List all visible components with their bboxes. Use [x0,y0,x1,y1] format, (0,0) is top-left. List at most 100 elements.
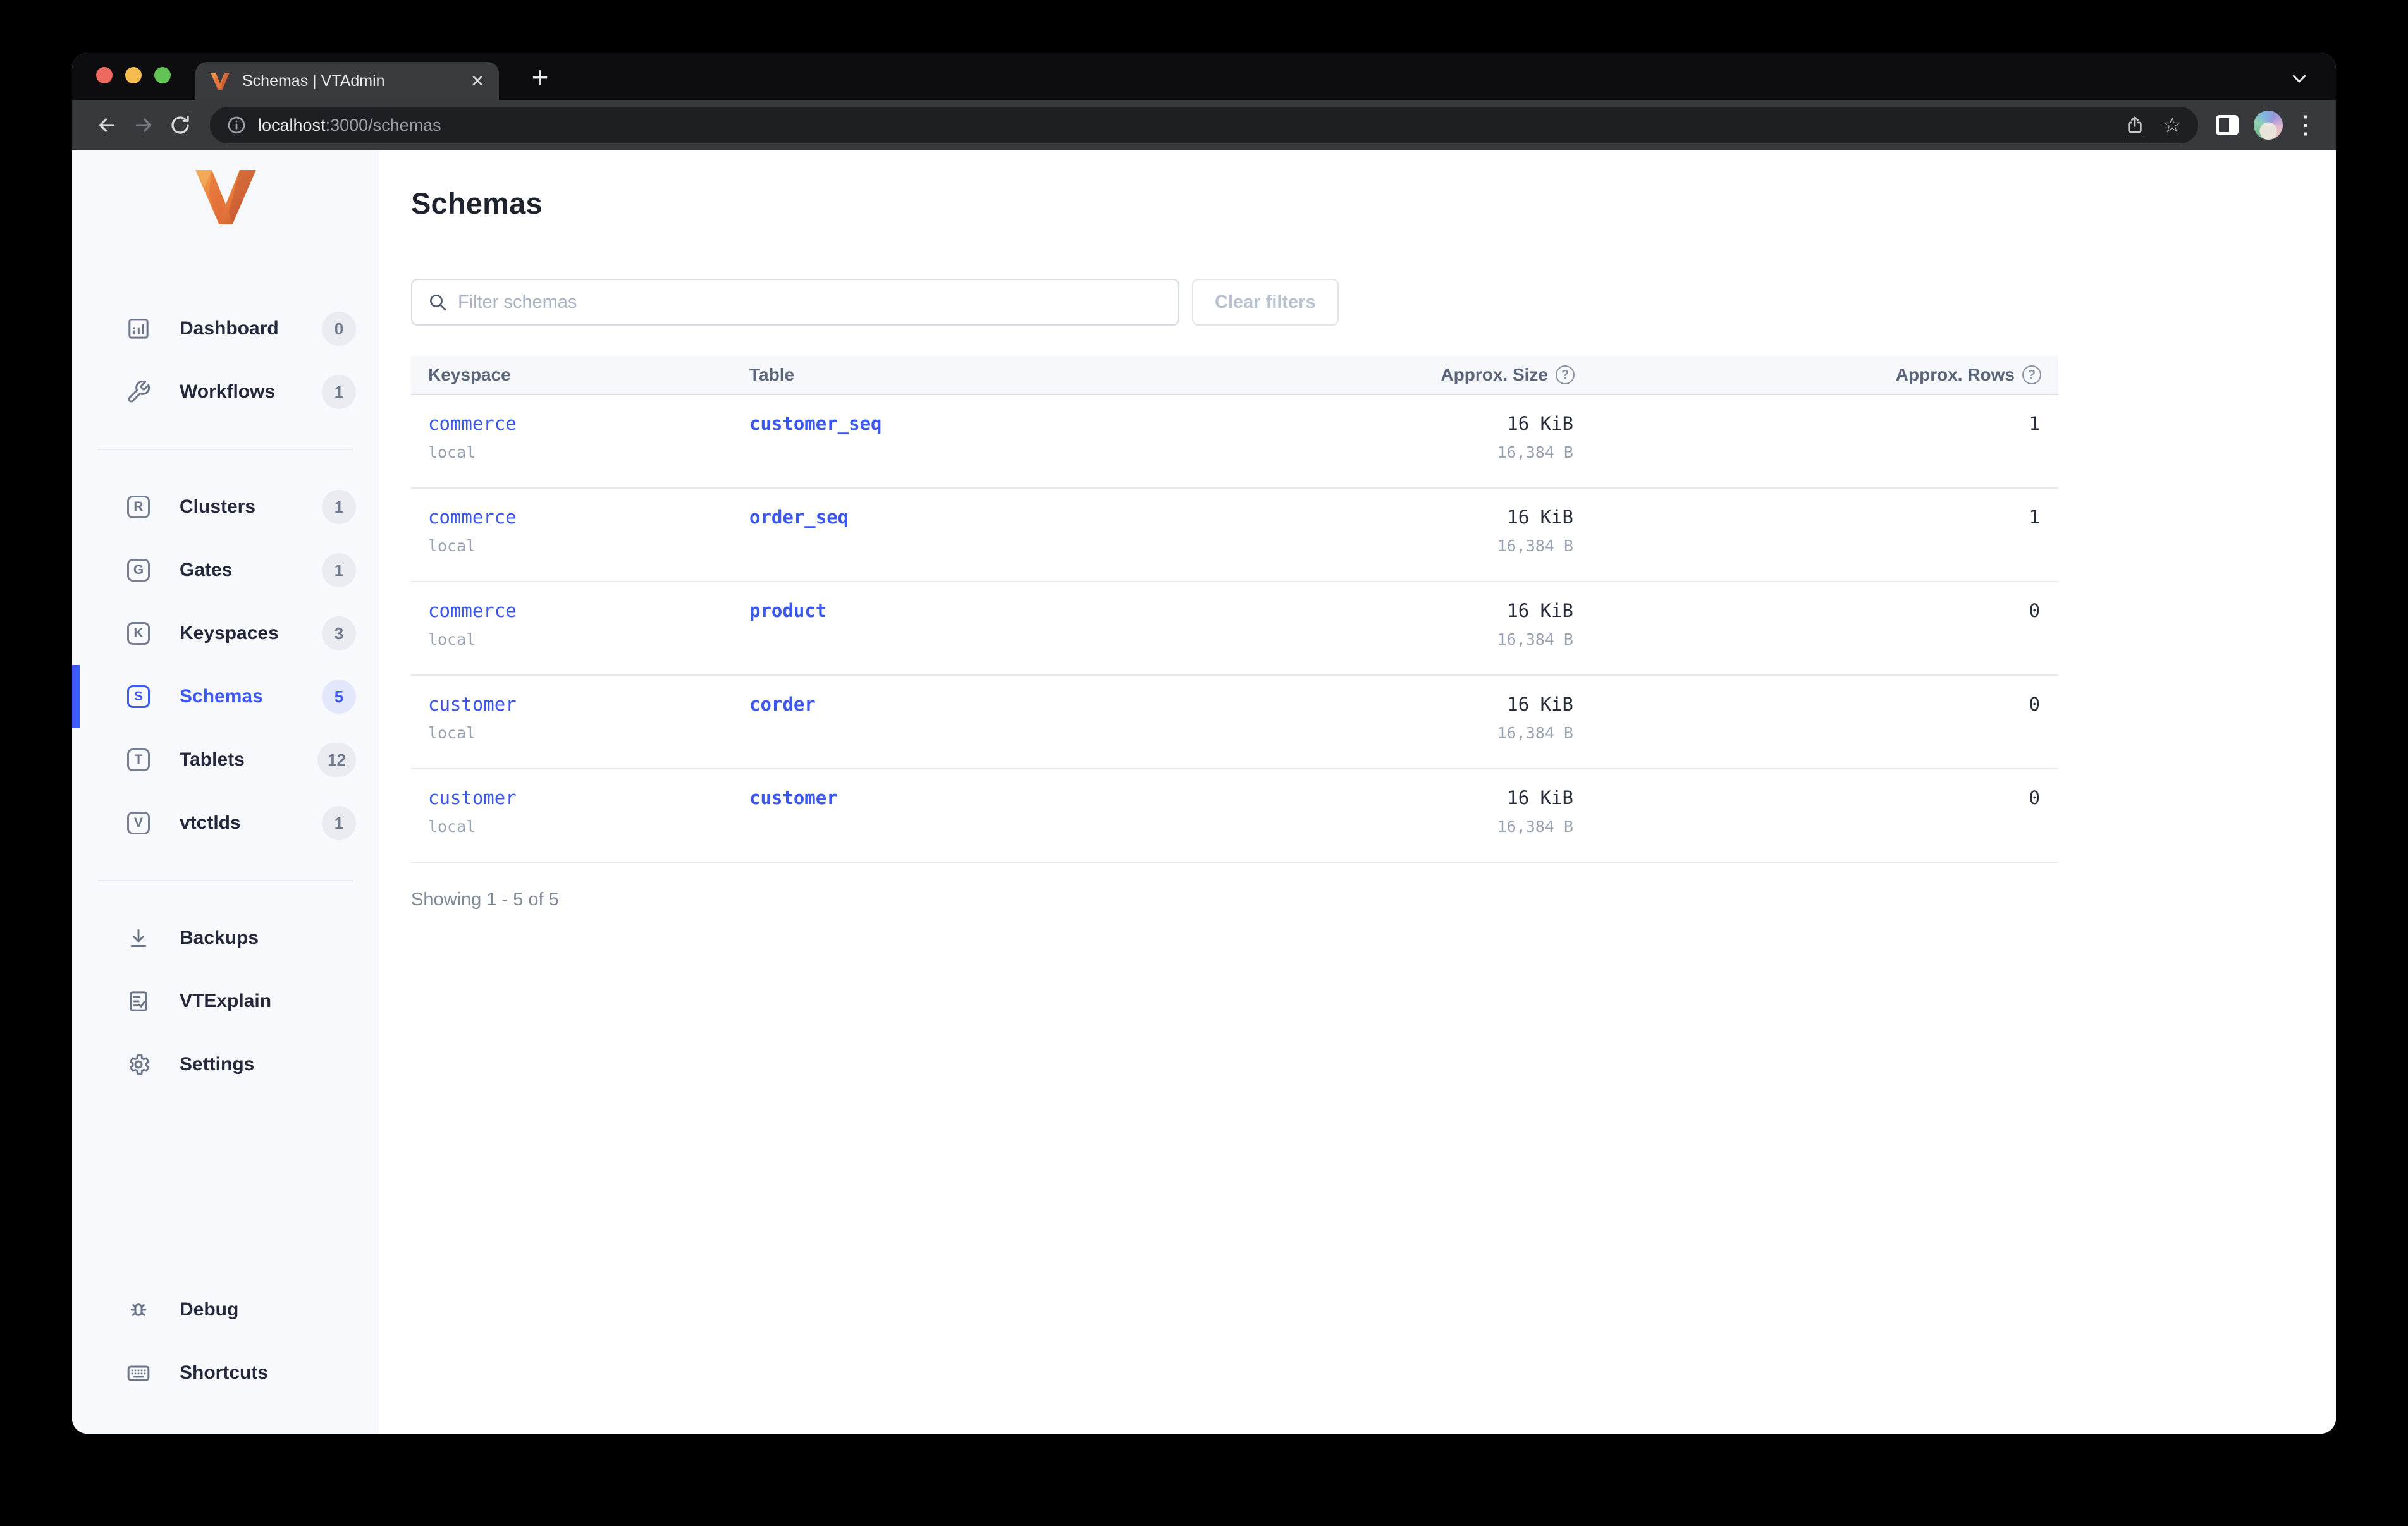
sidebar-item-vtctlds[interactable]: V vtctlds 1 [72,791,379,855]
table-cell: customer [749,787,1160,862]
table-link[interactable]: product [749,600,826,621]
sidebar-item-badge: 5 [322,680,356,714]
site-info-icon[interactable] [226,115,247,135]
sidebar-item-debug[interactable]: Debug [72,1278,379,1341]
sidebar-item-icon: V [125,810,152,836]
sidebar-bottom-nav: Debug Shortcuts [72,1278,379,1434]
sidebar-item-keyspaces[interactable]: K Keyspaces 3 [72,602,379,665]
filter-schemas-input[interactable] [458,291,1163,313]
sidebar-item-schemas[interactable]: S Schemas 5 [72,665,379,728]
table-body: commerce local customer_seq 16 KiB 16,38… [411,395,2058,863]
rows-cell: 0 [1575,600,2058,674]
sidebar-item-icon: G [125,557,152,583]
tab-title: Schemas | VTAdmin [242,71,385,90]
cluster-label: local [428,630,476,649]
rows-cell: 1 [1575,413,2058,487]
bookmark-star-icon[interactable]: ☆ [2163,113,2182,138]
sidebar-item-settings[interactable]: Settings [72,1033,379,1096]
rows-cell: 0 [1575,693,2058,768]
keyspace-link[interactable]: commerce [428,413,517,434]
table-link[interactable]: customer_seq [749,413,882,434]
cluster-label: local [428,817,476,836]
reload-icon[interactable] [162,107,199,143]
keyspace-link[interactable]: commerce [428,506,517,528]
sidebar-item-clusters[interactable]: R Clusters 1 [72,475,379,539]
sidebar-item-label: Tablets [180,749,245,770]
filter-row: Clear filters [411,279,2336,326]
size-bytes: 16,384 B [1497,630,1573,649]
sidebar-item-dashboard[interactable]: Dashboard 0 [72,297,379,360]
sidebar-item-icon [125,1051,152,1078]
clear-filters-button[interactable]: Clear filters [1192,279,1339,326]
sidebar-item-shortcuts[interactable]: Shortcuts [72,1341,379,1405]
profile-avatar[interactable] [2254,111,2283,140]
size-bytes: 16,384 B [1497,443,1573,461]
sidebar-item-gates[interactable]: G Gates 1 [72,539,379,602]
sidebar: Dashboard 0 Workflows 1 R Clusters 1 G G… [72,150,379,1434]
back-icon[interactable] [89,107,125,143]
url-bar[interactable]: localhost:3000/schemas ☆ [210,107,2198,143]
cluster-label: local [428,724,476,742]
table-link[interactable]: corder [749,693,816,715]
share-icon[interactable] [2125,115,2145,135]
keyspace-link[interactable]: customer [428,787,517,809]
table-header-row: Keyspace Table Approx. Size ? Approx. Ro… [411,356,2058,395]
sidebar-item-vtexplain[interactable]: VTExplain [72,970,379,1033]
size-bytes: 16,384 B [1497,817,1573,836]
url-path: :3000/schemas [325,115,441,135]
table-row: commerce local order_seq 16 KiB 16,384 B… [411,489,2058,582]
sidebar-item-tablets[interactable]: T Tablets 12 [72,728,379,791]
rows-cell: 0 [1575,787,2058,862]
sidebar-item-label: Schemas [180,686,263,707]
table-link[interactable]: customer [749,787,838,809]
sidebar-item-icon [125,925,152,951]
sidebar-item-icon: K [125,620,152,647]
size-value: 16 KiB [1507,787,1573,809]
table-cell: customer_seq [749,413,1160,487]
help-icon[interactable]: ? [2022,365,2041,384]
zoom-window-button[interactable] [154,67,171,83]
column-header-table: Table [749,365,795,384]
sidebar-item-badge: 12 [317,743,356,777]
sidebar-item-icon [125,315,152,342]
cluster-label: local [428,443,476,461]
sidebar-item-label: Backups [180,927,259,948]
forward-icon[interactable] [125,107,162,143]
table-cell: product [749,600,1160,674]
tab-search-chevron-icon[interactable] [2285,64,2313,92]
browser-tab[interactable]: Schemas | VTAdmin × [195,62,499,100]
rows-value: 1 [2029,413,2040,434]
side-panel-icon[interactable] [2216,115,2239,135]
url-host: localhost [258,115,326,135]
new-tab-button[interactable]: + [522,59,558,95]
close-window-button[interactable] [96,67,113,83]
browser-menu-icon[interactable]: ⋮ [2292,111,2319,140]
keyspace-link[interactable]: customer [428,693,517,715]
sidebar-item-badge: 3 [322,616,356,650]
minimize-window-button[interactable] [125,67,142,83]
rows-cell: 1 [1575,506,2058,581]
tab-close-icon[interactable]: × [471,70,484,92]
sidebar-item-badge: 1 [322,806,356,840]
size-bytes: 16,384 B [1497,724,1573,742]
keyspace-cell: commerce local [411,413,749,487]
size-cell: 16 KiB 16,384 B [1160,506,1575,581]
keyspace-cell: commerce local [411,506,749,581]
column-header-approx-rows: Approx. Rows ? [1575,365,2058,385]
keyspace-cell: commerce local [411,600,749,674]
size-value: 16 KiB [1507,413,1573,434]
browser-window: Schemas | VTAdmin × + localhost:3000/sch… [72,53,2336,1434]
sidebar-divider [97,449,353,450]
sidebar-item-icon [125,1297,152,1323]
search-icon [427,292,448,312]
schemas-table: Keyspace Table Approx. Size ? Approx. Ro… [411,356,2058,910]
table-link[interactable]: order_seq [749,506,849,528]
column-header-keyspace: Keyspace [428,365,511,384]
sidebar-item-workflows[interactable]: Workflows 1 [72,360,379,424]
keyspace-link[interactable]: commerce [428,600,517,621]
sidebar-item-backups[interactable]: Backups [72,906,379,970]
help-icon[interactable]: ? [1556,365,1575,384]
vitess-favicon [211,72,230,90]
size-value: 16 KiB [1507,600,1573,621]
size-value: 16 KiB [1507,693,1573,715]
